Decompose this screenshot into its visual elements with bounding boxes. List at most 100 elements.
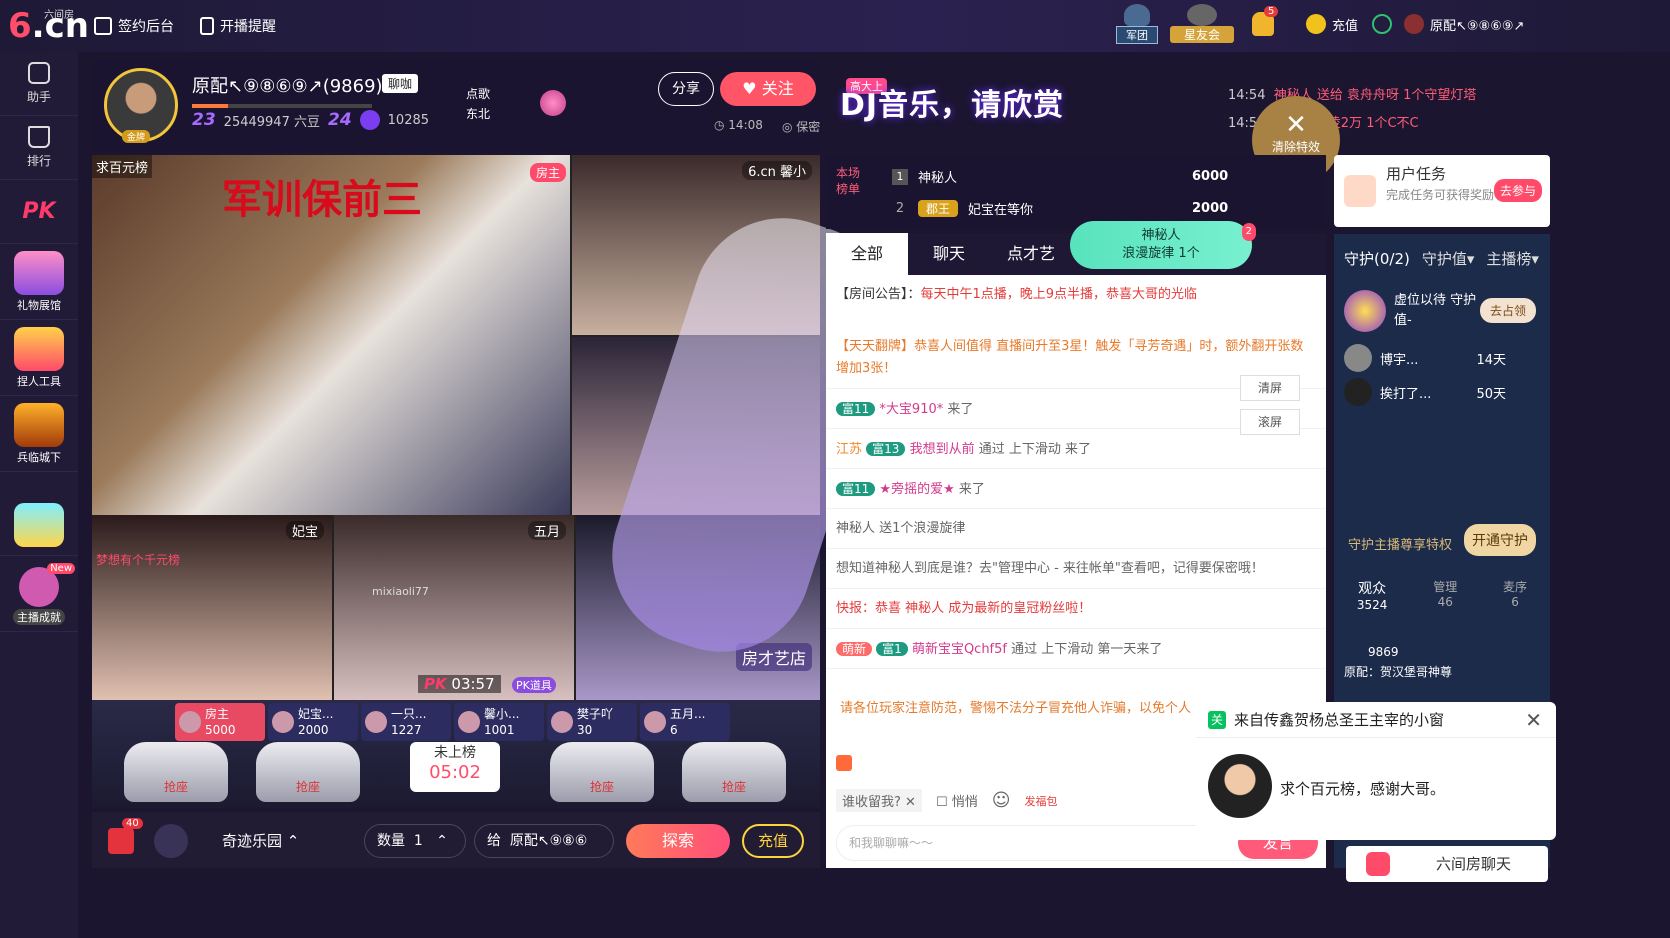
level-progress: [192, 104, 372, 108]
rank-item[interactable]: 房主 5000: [175, 703, 265, 741]
star-badge-icon: [1187, 4, 1217, 26]
guard-row[interactable]: 挨打了... 50天: [1344, 378, 1540, 406]
song-request[interactable]: 点歌 东北: [466, 84, 490, 124]
chat-icon: 关: [1208, 710, 1226, 729]
guard-seat: 虚位以待 守护值-: [1344, 290, 1480, 332]
chat-message: 快报：恭喜 神秘人 成为最新的皇冠粉丝啦！: [826, 589, 1326, 629]
grab-seat-button[interactable]: 抢座: [256, 742, 360, 802]
contract-backend-link[interactable]: 签约后台: [94, 16, 174, 36]
audience-entry[interactable]: 9869 原配：贺汉堡哥神尊: [1344, 642, 1452, 682]
rank-item[interactable]: 樊子吖 30: [547, 703, 637, 741]
main-video[interactable]: 求百元榜 军训保前三 房主: [92, 155, 570, 515]
main-banner: 军训保前三: [222, 177, 422, 223]
chat-message: 神秘人 送1个浪漫旋律: [826, 509, 1326, 549]
quiet-checkbox[interactable]: ☐ 悄悄: [936, 791, 978, 810]
auto-scroll-button[interactable]: 滚屏: [1240, 409, 1300, 435]
private-message-popup: 关来自传鑫贺杨总圣王主宰的小窗 ✕ 求个百元榜，感谢大哥。: [1196, 702, 1556, 840]
tab-anchor-rank[interactable]: 主播榜▾: [1486, 248, 1539, 269]
live-reminder-link[interactable]: 开播提醒: [200, 16, 276, 36]
avatar[interactable]: [1208, 754, 1272, 818]
avatar: [1344, 378, 1372, 406]
star-club-button[interactable]: 星友会: [1170, 4, 1234, 46]
site-logo[interactable]: 6.cn 六间房: [8, 6, 89, 46]
coin-icon: [1306, 14, 1326, 34]
rank-timer: 未上榜 05:02: [410, 742, 500, 792]
sidebar-siege-game[interactable]: 兵临城下: [0, 396, 78, 472]
tab-talent[interactable]: 点才艺: [990, 233, 1072, 275]
tab-admins[interactable]: 管理 46: [1433, 578, 1457, 612]
grab-seat-button[interactable]: 抢座: [682, 742, 786, 802]
sidebar-gift-hall[interactable]: 礼物展馆: [0, 244, 78, 320]
pk-tool-tag[interactable]: PK道具: [512, 677, 556, 693]
grab-seat-button[interactable]: 抢座: [124, 742, 228, 802]
open-guard-button[interactable]: 开通守护: [1464, 524, 1536, 556]
guard-row[interactable]: 博宇... 14天: [1344, 344, 1540, 372]
sidebar-treasure-game[interactable]: [0, 472, 78, 556]
close-icon[interactable]: ✕: [1525, 708, 1542, 732]
tab-all[interactable]: 全部: [826, 233, 908, 275]
recipient-selector[interactable]: 给 原配↖⑨⑧⑥: [474, 824, 614, 858]
check-icon[interactable]: [1372, 14, 1392, 34]
chat-badge: 聊咖: [382, 74, 419, 93]
ranking-row[interactable]: 1 神秘人 6000: [892, 167, 1228, 186]
ranking-row[interactable]: 2 郡王 妃宝在等你 2000: [892, 199, 1228, 218]
bell-count: 5: [1264, 6, 1279, 17]
explore-button[interactable]: 探索: [626, 824, 730, 858]
recharge-button[interactable]: 充值: [742, 824, 804, 858]
avatar-tool-icon: [14, 327, 64, 371]
tab-guard[interactable]: 守护(0/2): [1344, 248, 1410, 269]
gift-bag-icon[interactable]: [108, 828, 134, 854]
avatar: [1344, 344, 1372, 372]
video-cell[interactable]: 妃宝 梦想有个千元榜: [92, 515, 332, 700]
whisper-target[interactable]: 谁收留我? ✕: [836, 789, 922, 812]
share-button[interactable]: 分享: [658, 72, 714, 106]
follow-button[interactable]: ♥ 关注: [720, 72, 816, 106]
sidebar-item-ranking[interactable]: 排行: [0, 116, 78, 180]
gift-box-icon: [14, 251, 64, 295]
achievement-icon: New: [19, 563, 75, 607]
avatar: [365, 711, 387, 733]
tab-mic-queue[interactable]: 麦序 6: [1503, 578, 1527, 612]
avatar: [1404, 14, 1424, 34]
site-chat-button[interactable]: 六间房聊天: [1346, 846, 1548, 882]
recharge-link[interactable]: 充值: [1306, 14, 1358, 34]
sidebar-item-pk[interactable]: PK: [0, 180, 78, 244]
clear-screen-button[interactable]: 清屏: [1240, 375, 1300, 401]
tab-audience[interactable]: 观众 3524: [1357, 578, 1388, 612]
lollipop-icon[interactable]: [540, 90, 566, 116]
robot-icon: [28, 62, 50, 84]
crown-icon: [28, 126, 50, 148]
helmet-icon: [1124, 4, 1150, 26]
flying-gift-icon[interactable]: [154, 824, 188, 858]
ranking-title: 本场榜单: [836, 166, 861, 196]
occupy-button[interactable]: 去占领: [1480, 298, 1537, 323]
sidebar-avatar-tool[interactable]: 捏人工具: [0, 320, 78, 396]
user-menu[interactable]: 原配↖⑨⑧⑥⑨↗: [1404, 14, 1524, 34]
left-sidebar: 助手 排行 PK 礼物展馆 捏人工具 兵临城下 New 主播成就: [0, 52, 78, 938]
chat-bubble-icon: [1366, 852, 1390, 876]
grab-seat-button[interactable]: 抢座: [550, 742, 654, 802]
emoji-icon[interactable]: [836, 755, 852, 771]
location-secret: ◎ 保密: [782, 120, 821, 134]
user-task-card: 用户任务 完成任务可获得奖励 去参与: [1334, 155, 1550, 227]
rank-item[interactable]: 妃宝... 2000: [268, 703, 358, 741]
gold-badge: 金牌: [122, 130, 151, 143]
gift-bag-count: 40: [122, 818, 143, 829]
video-cell[interactable]: 五月 mixiaoli77 PK 03:57 PK道具: [334, 515, 574, 700]
rank-item[interactable]: 五月... 6: [640, 703, 730, 741]
tab-guard-value[interactable]: 守护值▾: [1422, 248, 1475, 269]
chat-options: 谁收留我? ✕ ☐ 悄悄 ☺ 发福包: [836, 789, 1058, 812]
chat-message: 富11 ★旁摇的爱★ 来了: [826, 469, 1326, 509]
red-packet-button[interactable]: 发福包: [1025, 793, 1058, 809]
tab-chat[interactable]: 聊天: [908, 233, 990, 275]
video-area: 求百元榜 军训保前三 房主 6.cn 馨小 妃宝 梦想有个千元榜 五月 mixi…: [92, 155, 916, 700]
join-task-button[interactable]: 去参与: [1493, 179, 1542, 202]
sidebar-item-assistant[interactable]: 助手: [0, 52, 78, 116]
gift-category[interactable]: 奇迹乐园 ⌃: [222, 830, 299, 851]
quantity-selector[interactable]: 数量 1 ⌃: [364, 824, 466, 858]
sidebar-anchor-achievement[interactable]: New 主播成就: [0, 556, 78, 632]
rank-item[interactable]: 一只... 1227: [361, 703, 451, 741]
army-button[interactable]: 军团: [1116, 4, 1158, 46]
smiley-icon[interactable]: ☺: [992, 790, 1011, 811]
rank-item[interactable]: 馨小... 1001: [454, 703, 544, 741]
